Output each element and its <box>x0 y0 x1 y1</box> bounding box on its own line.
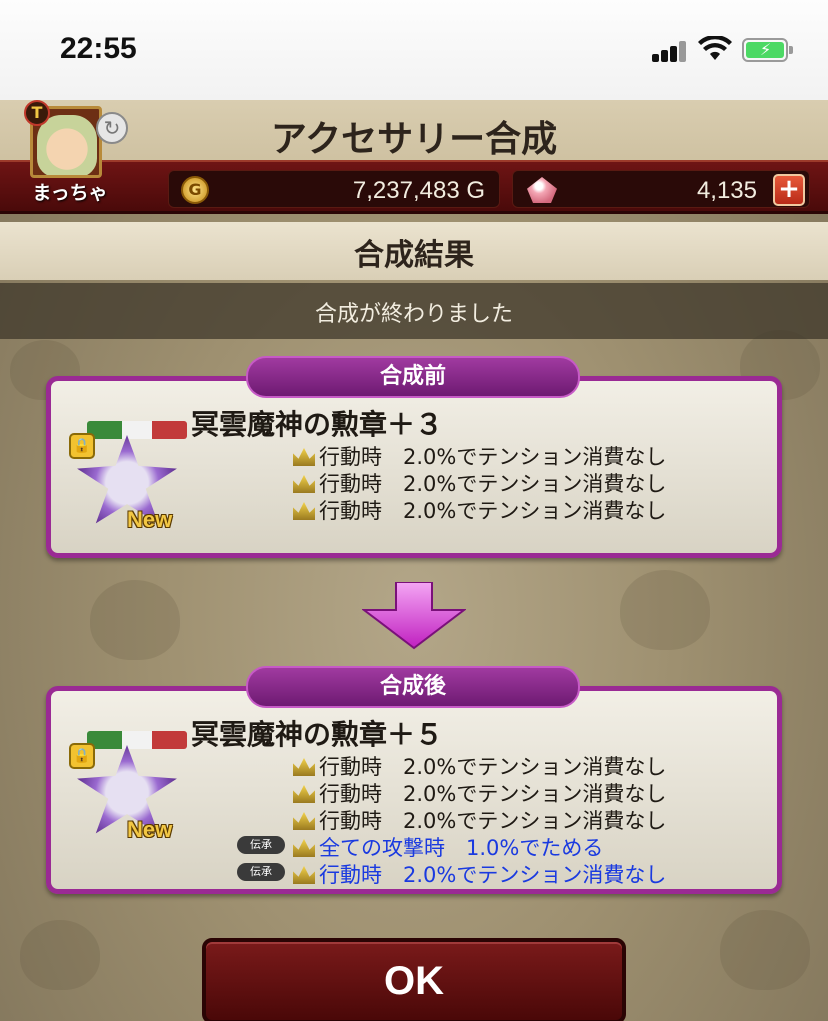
crown-icon <box>293 475 315 493</box>
gem-icon <box>527 177 557 203</box>
effect-list: 行動時 2.0%でテンション消費なし 行動時 2.0%でテンション消費なし 行動… <box>181 441 666 523</box>
lock-icon[interactable]: 🔒 <box>69 433 95 459</box>
lock-icon[interactable]: 🔒 <box>69 743 95 769</box>
item-icon[interactable]: 🔒 New <box>69 731 187 843</box>
result-message: 合成が終わりました <box>314 302 513 327</box>
avatar-face <box>37 115 97 175</box>
inherited-effect-row: 伝承 全ての攻撃時 1.0%でためる <box>181 832 666 860</box>
new-badge: New <box>127 817 173 842</box>
gold-value: 7,237,483 G <box>352 177 485 204</box>
wifi-icon <box>698 36 732 60</box>
effect-list: 行動時 2.0%でテンション消費なし 行動時 2.0%でテンション消費なし 行動… <box>181 751 666 887</box>
item-ribbon <box>87 731 187 749</box>
item-ribbon <box>87 421 187 439</box>
item-icon[interactable]: 🔒 New <box>69 421 187 533</box>
player-name: まっちゃ <box>32 182 108 204</box>
rank-badge-icon: T <box>24 100 50 126</box>
status-bar: 22:55 ⚡ <box>0 0 828 100</box>
crown-icon <box>293 866 315 884</box>
crown-icon <box>293 839 315 857</box>
effect-row: 行動時 2.0%でテンション消費なし <box>181 778 666 806</box>
gold-display: G 7,237,483 G <box>168 170 500 208</box>
crown-icon <box>293 448 315 466</box>
swap-icon[interactable]: ↻ <box>96 112 128 144</box>
effect-row: 行動時 2.0%でテンション消費なし <box>181 468 666 496</box>
after-card: 🔒 New 冥雲魔神の勲章＋５ 行動時 2.0%でテンション消費なし 行動時 2… <box>46 686 782 894</box>
effect-row: 行動時 2.0%でテンション消費なし <box>181 805 666 833</box>
crown-icon <box>293 502 315 520</box>
inherit-tag: 伝承 <box>237 836 285 854</box>
gold-coin-icon: G <box>181 176 209 204</box>
signal-icon <box>652 40 688 62</box>
before-card: 🔒 New 冥雲魔神の勲章＋３ 行動時 2.0%でテンション消費なし 行動時 2… <box>46 376 782 558</box>
effect-row: 行動時 2.0%でテンション消費なし <box>181 751 666 779</box>
crown-icon <box>293 812 315 830</box>
battery-icon: ⚡ <box>742 38 793 62</box>
section-title: 合成結果 <box>354 238 474 273</box>
status-time: 22:55 <box>60 32 137 65</box>
after-label: 合成後 <box>246 666 580 708</box>
gem-value: 4,135 <box>696 177 757 204</box>
ok-button[interactable]: OK <box>202 938 626 1021</box>
gem-display: 4,135 + <box>512 170 810 208</box>
crown-icon <box>293 785 315 803</box>
add-gems-button[interactable]: + <box>773 174 805 206</box>
inherited-effect-row: 伝承 行動時 2.0%でテンション消費なし <box>181 859 666 887</box>
effect-row: 行動時 2.0%でテンション消費なし <box>181 495 666 523</box>
item-name: 冥雲魔神の勲章＋５ <box>191 718 444 751</box>
effect-row: 行動時 2.0%でテンション消費なし <box>181 441 666 469</box>
down-arrow-icon <box>362 582 466 650</box>
new-badge: New <box>127 507 173 532</box>
inherit-tag: 伝承 <box>237 863 285 881</box>
item-name: 冥雲魔神の勲章＋３ <box>191 408 444 441</box>
crown-icon <box>293 758 315 776</box>
before-label: 合成前 <box>246 356 580 398</box>
